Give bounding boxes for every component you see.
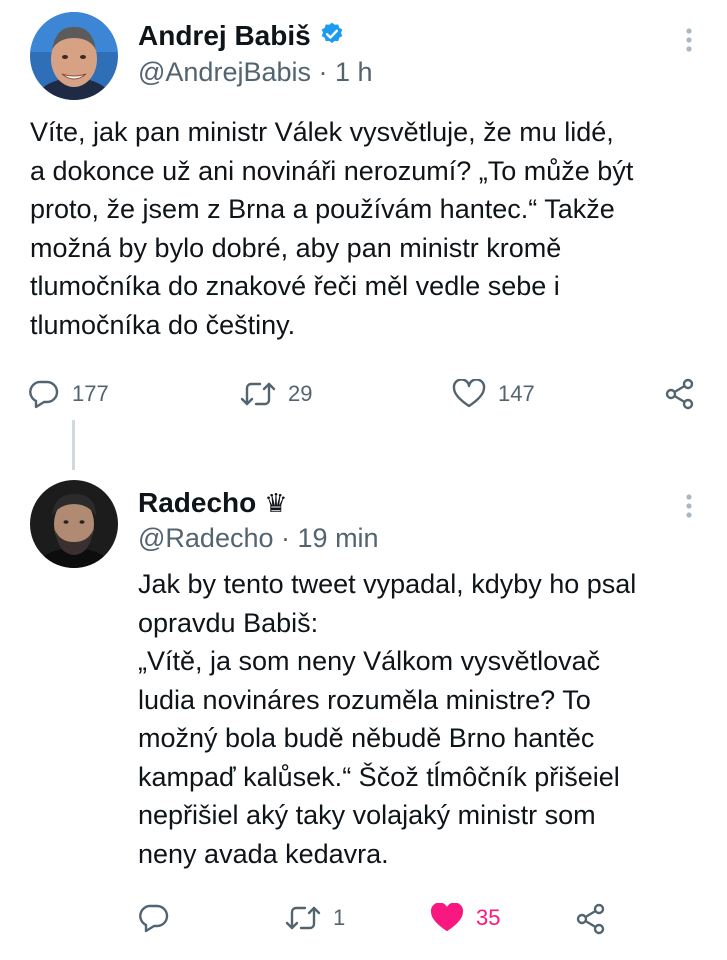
tweet-text-line: tlumočníka do češtiny. bbox=[30, 309, 296, 340]
tweet-text-line: neny avada kedavra. bbox=[138, 838, 389, 869]
tweet-text-line: možná by bylo dobré, aby pan ministr kro… bbox=[30, 232, 562, 263]
separator-dot: · bbox=[318, 57, 328, 87]
tweet-text-line: Jak by tento tweet vypadal, kdyby ho psa… bbox=[138, 569, 637, 599]
retweet-count: 1 bbox=[333, 905, 346, 930]
timestamp[interactable]: 19 min bbox=[298, 523, 379, 553]
display-name[interactable]: Andrej Babiš bbox=[138, 19, 311, 53]
avatar-radecho[interactable] bbox=[30, 480, 118, 568]
tweet-text-line: ludia novináres rozuměla ministre? To bbox=[138, 684, 591, 715]
tweet-text-line: možný bola budě něbudě Brno hantěc bbox=[138, 723, 595, 753]
share-icon bbox=[575, 903, 607, 935]
reply-icon bbox=[28, 379, 60, 409]
reply-count: 177 bbox=[72, 381, 109, 406]
crown-icon: ♛ bbox=[264, 488, 288, 518]
like-count: 35 bbox=[476, 905, 501, 930]
tweet-radecho[interactable]: Radecho ♛ @Radecho · 19 min Jak by tento… bbox=[0, 470, 727, 960]
more-vertical-icon[interactable] bbox=[679, 26, 699, 56]
tweet-text-line: nepřišiel aký taky volajaký ministr som bbox=[138, 800, 596, 830]
handle-time-row: @AndrejBabis · 1 h bbox=[138, 56, 373, 88]
handle[interactable]: @Radecho bbox=[138, 523, 274, 553]
retweet-button[interactable]: 29 bbox=[240, 379, 312, 409]
reply-icon bbox=[138, 903, 170, 933]
more-vertical-icon[interactable] bbox=[679, 492, 699, 522]
retweet-icon bbox=[240, 379, 276, 409]
share-button[interactable] bbox=[575, 903, 607, 935]
heart-icon bbox=[430, 903, 464, 933]
tweet-text: Jak by tento tweet vypadal, kdyby ho psa… bbox=[138, 565, 713, 873]
retweet-count: 29 bbox=[288, 381, 313, 406]
tweet-text: Víte, jak pan ministr Válek vysvětluje, … bbox=[30, 113, 710, 344]
separator-dot: · bbox=[281, 523, 291, 553]
tweet-text-line: „Vítě, ja som neny Válkom vysvětlovač bbox=[138, 646, 601, 676]
tweet-text-line: opravdu Babiš: bbox=[138, 607, 319, 638]
handle-time-row: @Radecho · 19 min bbox=[138, 522, 379, 554]
tweet-andrej-babis[interactable]: Andrej Babiš @AndrejBabis · 1 h Víte, ja… bbox=[0, 0, 727, 470]
tweet-text-line: kampaď kalůsek.“ Ščož tĺmôčník přišeiel bbox=[138, 761, 620, 792]
author-name-row[interactable]: Andrej Babiš bbox=[138, 19, 345, 53]
share-button[interactable] bbox=[664, 378, 696, 410]
timestamp[interactable]: 1 h bbox=[335, 57, 373, 87]
retweet-icon bbox=[285, 903, 321, 933]
heart-icon bbox=[452, 379, 486, 409]
tweet-text-line: tlumočníka do znakové řeči měl vedle seb… bbox=[30, 271, 560, 301]
verified-badge-icon bbox=[319, 21, 345, 52]
like-button[interactable]: 35 bbox=[430, 903, 500, 933]
tweet-text-line: proto, že jsem z Brna a používám hantec.… bbox=[30, 194, 615, 224]
tweet-text-line: Víte, jak pan ministr Válek vysvětluje, … bbox=[30, 117, 614, 147]
author-name-row[interactable]: Radecho ♛ bbox=[138, 486, 288, 520]
reply-button[interactable] bbox=[138, 903, 182, 933]
handle[interactable]: @AndrejBabis bbox=[138, 57, 311, 87]
display-name[interactable]: Radecho bbox=[138, 486, 256, 520]
thread-connector-line bbox=[72, 420, 75, 470]
like-button[interactable]: 147 bbox=[452, 379, 535, 409]
retweet-button[interactable]: 1 bbox=[285, 903, 345, 933]
avatar-andrej-babis[interactable] bbox=[30, 12, 118, 100]
tweet-text-line: a dokonce už ani novináři nerozumí? „To … bbox=[30, 155, 634, 186]
share-icon bbox=[664, 378, 696, 410]
like-count: 147 bbox=[498, 381, 535, 406]
reply-button[interactable]: 177 bbox=[28, 379, 109, 409]
